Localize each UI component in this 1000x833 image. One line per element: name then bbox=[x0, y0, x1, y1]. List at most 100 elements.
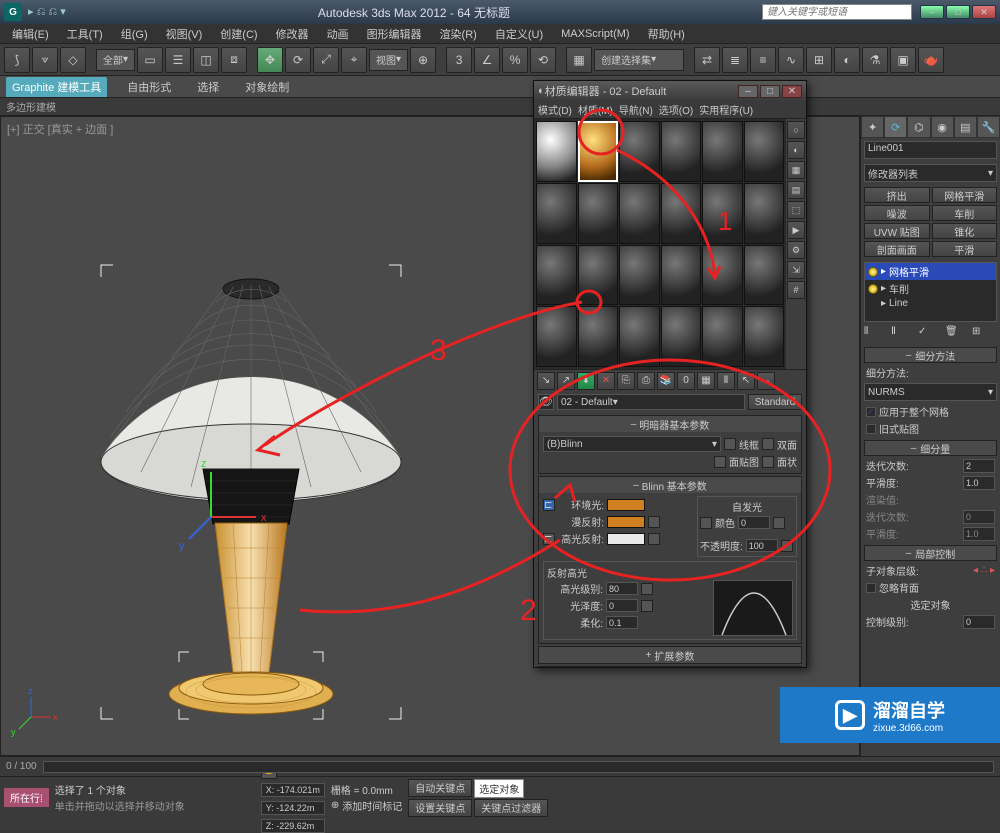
select-by-mat-icon[interactable]: ⇲ bbox=[787, 261, 805, 279]
pin-stack-icon[interactable]: ⫴ bbox=[864, 326, 889, 342]
material-slot[interactable] bbox=[702, 121, 743, 182]
matid-channel-icon[interactable]: 0 bbox=[677, 372, 695, 390]
faceted-check[interactable] bbox=[762, 456, 774, 468]
spinner-snap-icon[interactable]: ⟲ bbox=[530, 47, 556, 73]
opacity-spinner[interactable]: 100 bbox=[746, 539, 778, 552]
mirror-icon[interactable]: ⇄ bbox=[694, 47, 720, 73]
mat-restore-icon[interactable]: □ bbox=[760, 85, 780, 98]
material-editor-icon[interactable]: ◐ bbox=[834, 47, 860, 73]
sample-uv-icon[interactable]: ▤ bbox=[787, 181, 805, 199]
make-preview-icon[interactable]: ▶ bbox=[787, 221, 805, 239]
set-key-button[interactable]: 设置关键点 bbox=[408, 799, 472, 817]
apply-whole-mesh-check[interactable]: ✓应用于整个网格 bbox=[861, 403, 1000, 420]
specular-color-swatch[interactable] bbox=[607, 533, 645, 545]
wire-check[interactable] bbox=[724, 438, 736, 450]
coord-z[interactable]: Z: -229.62m bbox=[261, 819, 325, 833]
material-slot[interactable] bbox=[578, 183, 619, 244]
stack-meshsmooth[interactable]: ▸网格平滑 bbox=[865, 263, 996, 280]
select-region-icon[interactable]: ◫ bbox=[193, 47, 219, 73]
material-slot[interactable] bbox=[619, 306, 660, 367]
coord-x[interactable]: X: -174.021m bbox=[261, 783, 325, 797]
gloss-map-icon[interactable] bbox=[641, 600, 653, 612]
mat-minimize-icon[interactable]: – bbox=[738, 85, 758, 98]
shader-dropdown[interactable]: (B)Blinn▾ bbox=[543, 436, 721, 452]
polygon-modeling-label[interactable]: 多边形建模 bbox=[6, 99, 56, 114]
link-icon[interactable]: ⟆ bbox=[4, 47, 30, 73]
material-editor-titlebar[interactable]: ◐ 材质编辑器 - 02 - Default – □ ✕ bbox=[534, 81, 806, 101]
ref-coord-dropdown[interactable]: 视图 ▾ bbox=[369, 49, 408, 71]
show-end-icon[interactable]: Ⅱ bbox=[891, 326, 916, 342]
utilities-tab-icon[interactable]: 🔧 bbox=[977, 116, 1000, 138]
stack-line[interactable]: ▸Line bbox=[865, 297, 996, 310]
select-object-icon[interactable]: ▭ bbox=[137, 47, 163, 73]
options-icon[interactable]: ⚙ bbox=[787, 241, 805, 259]
ambient-color-swatch[interactable] bbox=[607, 499, 645, 511]
diffuse-color-swatch[interactable] bbox=[607, 516, 645, 528]
blinn-basic-header[interactable]: – Blinn 基本参数 bbox=[539, 477, 801, 493]
iterations-spinner[interactable]: 2 bbox=[963, 459, 995, 473]
lathe-button[interactable]: 车削 bbox=[932, 205, 998, 221]
render-icon[interactable]: 🫖 bbox=[918, 47, 944, 73]
material-slot[interactable] bbox=[661, 306, 702, 367]
menu-group[interactable]: 组(G) bbox=[113, 24, 156, 44]
me-menu-utilities[interactable]: 实用程序(U) bbox=[699, 102, 753, 117]
object-name-field[interactable]: Line001 bbox=[864, 141, 997, 159]
material-slot[interactable] bbox=[619, 183, 660, 244]
sample-type-icon[interactable]: ○ bbox=[787, 121, 805, 139]
use-center-icon[interactable]: ⊕ bbox=[410, 47, 436, 73]
taper-button[interactable]: 锥化 bbox=[932, 223, 998, 239]
subdiv-method-dropdown[interactable]: NURMS▾ bbox=[864, 383, 997, 401]
key-filter-selected[interactable]: 选定对象 bbox=[474, 779, 524, 798]
close-button[interactable]: ✕ bbox=[972, 5, 996, 19]
create-tab-icon[interactable]: ✦ bbox=[861, 116, 884, 138]
schematic-icon[interactable]: ⊞ bbox=[806, 47, 832, 73]
diffuse-map-icon[interactable] bbox=[648, 516, 660, 528]
time-slider-track[interactable] bbox=[43, 761, 994, 773]
window-crossing-icon[interactable]: ⧈ bbox=[221, 47, 247, 73]
minimize-button[interactable]: – bbox=[920, 5, 944, 19]
material-slot[interactable] bbox=[744, 306, 785, 367]
menu-edit[interactable]: 编辑(E) bbox=[4, 24, 57, 44]
ribbon-graphite[interactable]: Graphite 建模工具 bbox=[6, 77, 107, 97]
menu-maxscript[interactable]: MAXScript(M) bbox=[553, 26, 637, 42]
material-editor-window[interactable]: ◐ 材质编辑器 - 02 - Default – □ ✕ 模式(D) 材质(M)… bbox=[533, 80, 807, 668]
slice-button[interactable]: 剖面画面 bbox=[864, 241, 930, 257]
assign-to-sel-icon[interactable]: ⬇ bbox=[577, 372, 595, 390]
bulb-icon[interactable] bbox=[868, 267, 878, 277]
material-slot[interactable] bbox=[702, 183, 743, 244]
material-slot[interactable] bbox=[661, 183, 702, 244]
material-slot[interactable] bbox=[536, 121, 577, 182]
smoothness-spinner[interactable]: 1.0 bbox=[963, 476, 995, 490]
noise-button[interactable]: 噪波 bbox=[864, 205, 930, 221]
local-control-rollout[interactable]: – 局部控制 bbox=[864, 545, 997, 561]
modify-tab-icon[interactable]: ⟳ bbox=[884, 116, 907, 138]
script-listener-row[interactable]: 所在行⁞ bbox=[4, 788, 49, 807]
material-slot[interactable] bbox=[536, 183, 577, 244]
material-slot[interactable] bbox=[536, 245, 577, 306]
material-slot[interactable] bbox=[702, 306, 743, 367]
menu-views[interactable]: 视图(V) bbox=[158, 24, 211, 44]
bind-icon[interactable]: ◇ bbox=[60, 47, 86, 73]
configure-icon[interactable]: ⊞ bbox=[972, 326, 997, 342]
pick-material-icon[interactable]: 👁 bbox=[538, 394, 554, 410]
curve-editor-icon[interactable]: ∿ bbox=[778, 47, 804, 73]
rotate-icon[interactable]: ⟳ bbox=[285, 47, 311, 73]
get-material-icon[interactable]: ↘ bbox=[537, 372, 555, 390]
ignore-backface-check[interactable]: 忽略背面 bbox=[861, 579, 1000, 596]
old-mapping-check[interactable]: 旧式贴图 bbox=[861, 420, 1000, 437]
auto-key-button[interactable]: 自动关键点 bbox=[408, 779, 472, 797]
ribbon-freeform[interactable]: 自由形式 bbox=[121, 77, 177, 97]
me-menu-mode[interactable]: 模式(D) bbox=[538, 102, 572, 117]
extended-params-rollout[interactable]: + 扩展参数 bbox=[538, 646, 802, 664]
spec-level-map-icon[interactable] bbox=[641, 583, 653, 595]
meshsmooth-button[interactable]: 网格平滑 bbox=[932, 187, 998, 203]
render-smooth-spinner[interactable]: 1.0 bbox=[963, 527, 995, 541]
selection-filter[interactable]: 全部 ▾ bbox=[96, 49, 135, 71]
material-slot[interactable] bbox=[661, 121, 702, 182]
modifier-stack[interactable]: ▸网格平滑 ▸车削 ▸Line bbox=[864, 262, 997, 322]
manipulate-icon[interactable]: ⌖ bbox=[341, 47, 367, 73]
menu-help[interactable]: 帮助(H) bbox=[640, 24, 693, 44]
put-to-scene-icon[interactable]: ↗ bbox=[557, 372, 575, 390]
material-slot[interactable] bbox=[536, 306, 577, 367]
menu-customize[interactable]: 自定义(U) bbox=[487, 24, 551, 44]
